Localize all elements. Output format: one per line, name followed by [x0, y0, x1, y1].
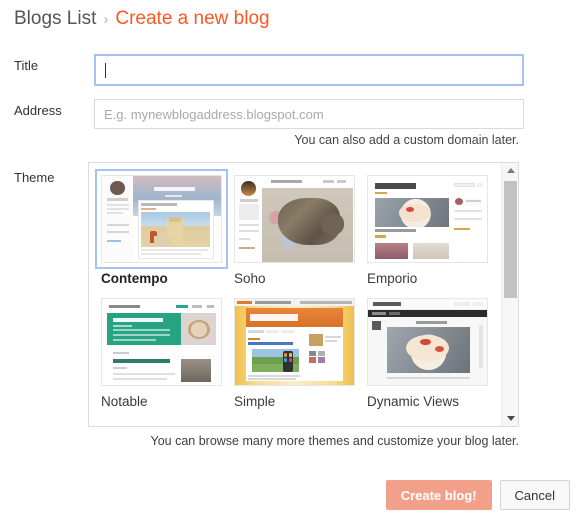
theme-thumbnail-notable [101, 298, 222, 386]
theme-item-soho[interactable]: Soho [228, 169, 361, 286]
breadcrumb: Blogs List › Create a new blog [14, 8, 270, 30]
scroll-down-arrow-icon[interactable] [502, 411, 518, 426]
theme-item-notable[interactable]: Notable [95, 292, 228, 409]
breadcrumb-root-link[interactable]: Blogs List [14, 8, 96, 30]
theme-thumbnail-dynamic-views-frame[interactable] [361, 292, 494, 392]
create-blog-button[interactable]: Create blog! [385, 480, 492, 510]
theme-item-simple[interactable]: Simple [228, 292, 361, 409]
theme-thumbnail-soho-frame[interactable] [228, 169, 361, 269]
address-input[interactable]: E.g. mynewblogaddress.blogspot.com [94, 99, 524, 129]
text-caret [105, 62, 106, 78]
page-title: Create a new blog [115, 8, 270, 29]
dialog-actions: Create blog! Cancel [385, 480, 570, 510]
chevron-right-icon: › [103, 11, 109, 28]
theme-name-emporio: Emporio [367, 271, 418, 286]
theme-thumbnail-emporio [367, 175, 488, 263]
theme-item-emporio[interactable]: Emporio [361, 169, 494, 286]
theme-name-notable: Notable [101, 394, 148, 409]
address-row: Address E.g. mynewblogaddress.blogspot.c… [14, 99, 524, 129]
cancel-button[interactable]: Cancel [499, 480, 570, 510]
title-input[interactable] [94, 54, 524, 86]
theme-name-contempo: Contempo [101, 271, 168, 286]
theme-grid: Contempo Soho Emporio Notable Simple Dyn… [95, 169, 498, 415]
address-label: Address [14, 103, 62, 118]
theme-item-contempo[interactable]: Contempo [95, 169, 228, 286]
theme-thumbnail-simple [234, 298, 355, 386]
theme-scrollbar[interactable] [501, 163, 518, 426]
theme-item-dynamic-views[interactable]: Dynamic Views [361, 292, 494, 409]
theme-thumbnail-dynamic-views [367, 298, 488, 386]
theme-thumbnail-notable-frame[interactable] [95, 292, 228, 392]
theme-footer-note: You can browse many more themes and cust… [150, 434, 519, 448]
theme-thumbnail-simple-frame[interactable] [228, 292, 361, 392]
theme-picker-panel: Contempo Soho Emporio Notable Simple Dyn… [88, 162, 519, 427]
theme-name-dynamic-views: Dynamic Views [367, 394, 460, 409]
address-helper-text: You can also add a custom domain later. [294, 133, 519, 147]
theme-name-simple: Simple [234, 394, 276, 409]
theme-thumbnail-emporio-frame[interactable] [361, 169, 494, 269]
scroll-up-arrow-icon[interactable] [502, 163, 518, 178]
theme-thumbnail-contempo [101, 175, 222, 263]
theme-name-soho: Soho [234, 271, 266, 286]
theme-thumbnail-soho [234, 175, 355, 263]
title-label: Title [14, 58, 39, 73]
theme-label: Theme [14, 170, 55, 185]
theme-grid-scroll-area[interactable]: Contempo Soho Emporio Notable Simple Dyn… [89, 163, 498, 426]
scrollbar-thumb[interactable] [504, 181, 517, 298]
title-row: Title [14, 54, 524, 86]
create-blog-dialog: Blogs List › Create a new blog Title Add… [0, 0, 582, 514]
address-placeholder: E.g. mynewblogaddress.blogspot.com [104, 106, 324, 122]
theme-thumbnail-contempo-frame[interactable] [95, 169, 228, 269]
